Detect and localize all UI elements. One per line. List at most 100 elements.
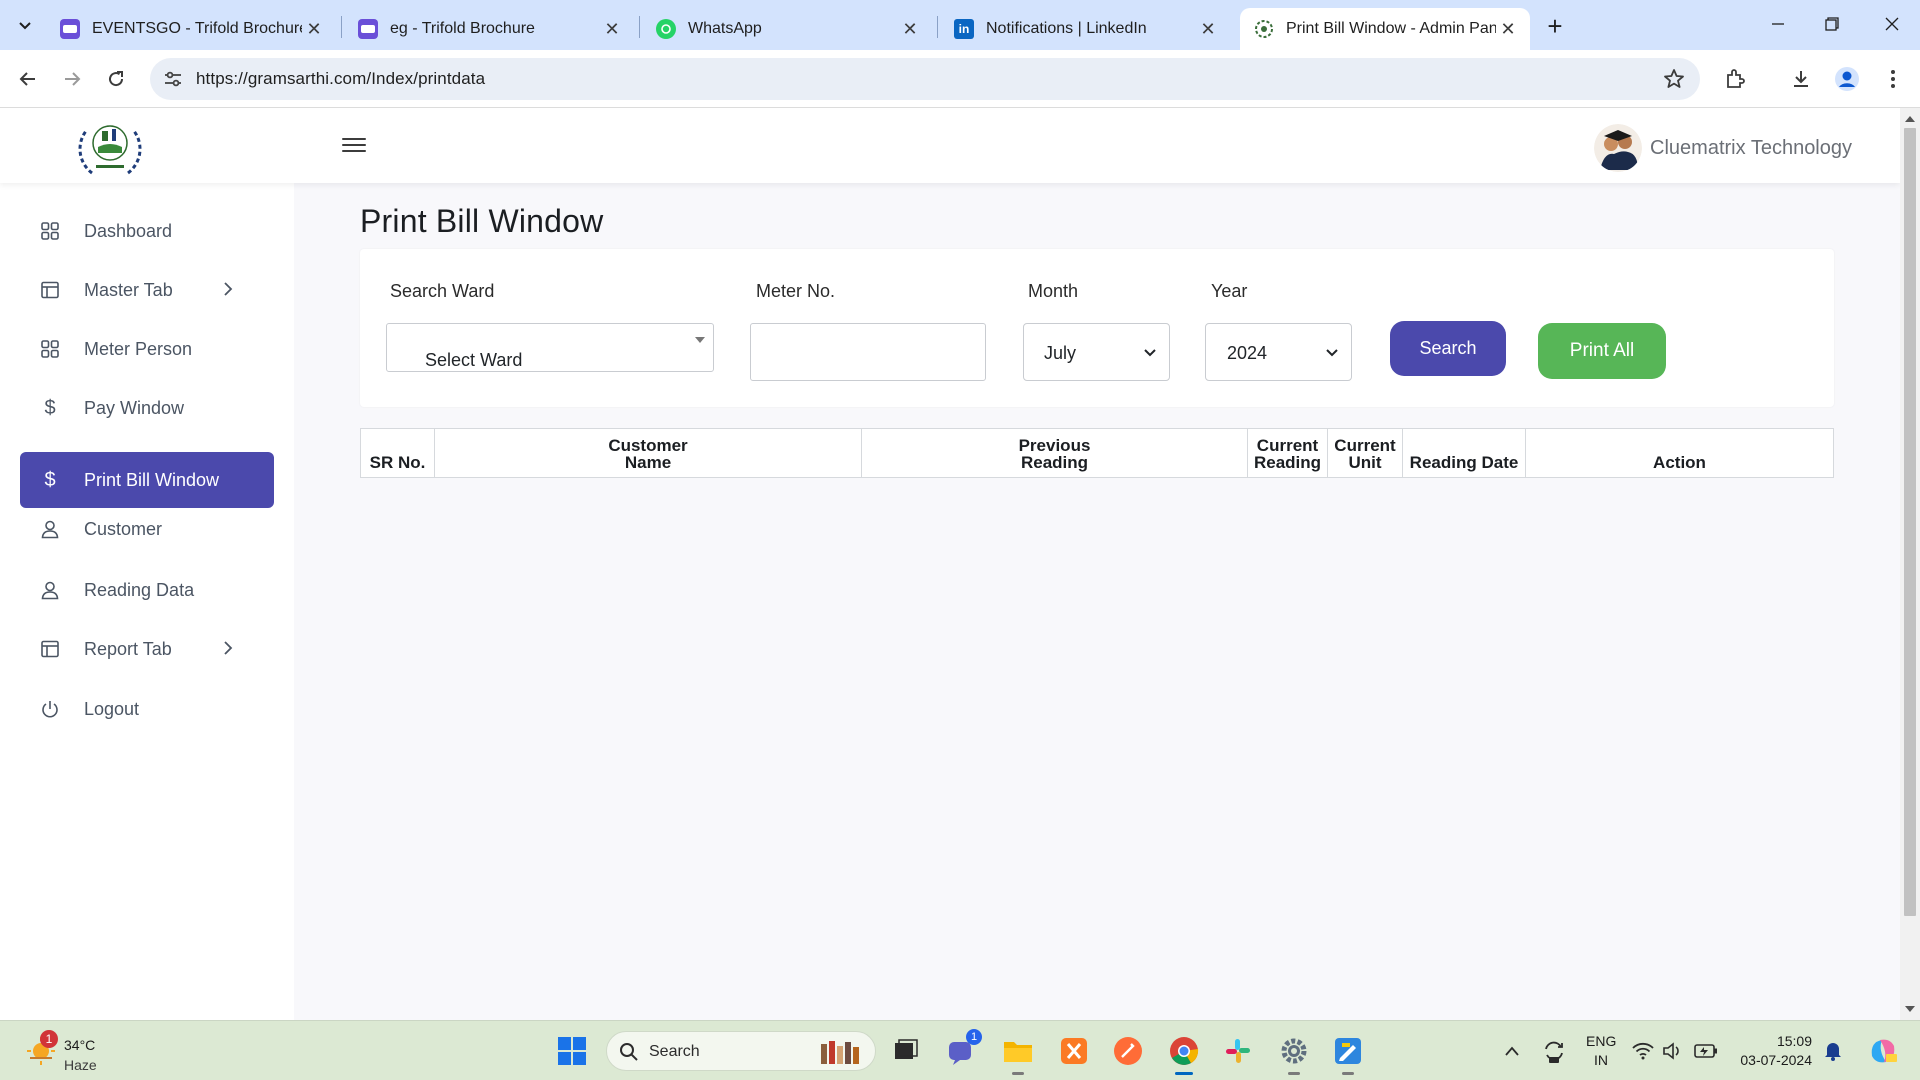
scroll-down-arrow-icon[interactable] <box>1905 1006 1915 1014</box>
reload-icon[interactable] <box>100 63 132 95</box>
column-header-label: Reading Date <box>1409 453 1519 472</box>
user-icon <box>38 517 62 541</box>
download-icon[interactable] <box>1788 66 1814 92</box>
chrome-icon[interactable] <box>1166 1033 1202 1075</box>
extensions-icon[interactable] <box>1722 66 1748 92</box>
language-indicator-top[interactable]: ENG <box>1586 1033 1616 1049</box>
column-header: Current Unit <box>1328 429 1403 477</box>
profile-name: Cluematrix Technology <box>1650 136 1852 159</box>
weather-widget[interactable]: 1 34°C Haze <box>22 1030 162 1074</box>
close-tab-icon[interactable]: ✕ <box>1196 17 1220 41</box>
taskbar-search-box[interactable]: Search <box>606 1031 876 1071</box>
profile-icon[interactable] <box>1834 66 1860 92</box>
sidebar-item-report-tab[interactable]: Report Tab <box>20 621 274 677</box>
power-icon <box>38 697 62 721</box>
print-all-button[interactable]: Print All <box>1538 323 1666 379</box>
copilot-icon[interactable] <box>1866 1033 1900 1069</box>
tab-title: Notifications | LinkedIn <box>986 20 1147 37</box>
browser-tab-eventsgo[interactable]: EVENTSGO - Trifold Brochure ✕ <box>46 8 336 50</box>
sidebar-item-dashboard[interactable]: Dashboard <box>20 203 274 259</box>
chevron-up-icon[interactable] <box>1494 1033 1530 1069</box>
close-tab-icon[interactable]: ✕ <box>1496 17 1520 41</box>
top-navbar: Cluematrix Technology <box>0 108 1900 183</box>
layout-icon <box>38 278 62 302</box>
battery-icon[interactable] <box>1692 1033 1720 1069</box>
close-tab-icon[interactable]: ✕ <box>600 17 624 41</box>
meter-number-input[interactable] <box>750 323 986 381</box>
url-text: https://gramsarthi.com/Index/printdata <box>196 69 486 88</box>
sidebar-item-label: Report Tab <box>84 638 172 659</box>
close-tab-icon[interactable]: ✕ <box>302 17 326 41</box>
column-header-label: Reading <box>1253 453 1322 472</box>
sidebar-item-label: Pay Window <box>84 397 185 418</box>
year-label: Year <box>1211 281 1248 301</box>
admin-page: Cluematrix Technology Dashboard Master T… <box>0 108 1900 1020</box>
slack-icon[interactable] <box>1220 1033 1256 1069</box>
clock-date[interactable]: 03-07-2024 <box>1732 1052 1812 1068</box>
column-header: Customer Name <box>435 429 862 477</box>
scrollbar-thumb[interactable] <box>1904 128 1916 916</box>
sidebar-item-label: Logout <box>84 698 140 719</box>
settings-gear-icon[interactable] <box>1276 1033 1312 1075</box>
sync-icon[interactable] <box>1536 1033 1572 1069</box>
back-arrow-icon[interactable] <box>12 63 44 95</box>
gramsarthi-emblem-logo[interactable] <box>72 113 148 181</box>
hamburger-menu-icon[interactable] <box>340 134 368 158</box>
file-explorer-icon[interactable] <box>1000 1033 1036 1075</box>
sidebar-item-meter-person[interactable]: Meter Person <box>20 321 274 377</box>
minimize-icon[interactable] <box>1752 6 1804 42</box>
more-options-icon[interactable] <box>1880 66 1906 92</box>
user-profile[interactable]: Cluematrix Technology <box>1594 124 1852 172</box>
scroll-up-arrow-icon[interactable] <box>1905 114 1915 122</box>
volume-icon[interactable] <box>1660 1033 1686 1069</box>
new-tab-icon[interactable]: + <box>1540 11 1570 41</box>
close-tab-icon[interactable]: ✕ <box>898 17 922 41</box>
postman-icon[interactable] <box>1110 1033 1146 1069</box>
sidebar-item-customer[interactable]: Customer <box>20 501 274 557</box>
notification-bell-icon[interactable] <box>1818 1033 1848 1069</box>
column-header-label: Action <box>1653 453 1706 472</box>
drawing-app-icon[interactable] <box>1330 1033 1366 1075</box>
column-header-label: Unit <box>1348 453 1382 472</box>
taskbar-search-label: Search <box>649 1043 700 1060</box>
browser-tab-eg[interactable]: eg - Trifold Brochure ✕ <box>344 8 634 50</box>
sidebar-item-master-tab[interactable]: Master Tab <box>20 262 274 318</box>
close-window-icon[interactable] <box>1866 6 1918 42</box>
forward-arrow-icon[interactable] <box>56 63 88 95</box>
page-scrollbar[interactable] <box>1900 108 1920 1020</box>
running-indicator <box>1288 1072 1300 1075</box>
chat-badge: 1 <box>966 1029 982 1045</box>
year-select[interactable]: 2024 <box>1205 323 1352 381</box>
site-settings-icon[interactable] <box>162 68 184 90</box>
bookmark-star-icon[interactable] <box>1662 67 1686 91</box>
wifi-icon[interactable] <box>1630 1033 1656 1069</box>
tab-search-button[interactable] <box>8 10 42 40</box>
sidebar-item-logout[interactable]: Logout <box>20 681 274 737</box>
restore-icon[interactable] <box>1806 6 1858 42</box>
avatar <box>1594 124 1643 172</box>
teams-chat-icon[interactable]: 1 <box>944 1029 982 1069</box>
sidebar-item-pay-window[interactable]: $ Pay Window <box>20 380 274 436</box>
month-select[interactable]: July <box>1023 323 1170 381</box>
column-header: Action <box>1526 429 1833 477</box>
sidebar-item-label: Print Bill Window <box>84 469 220 490</box>
whatsapp-icon <box>656 19 676 39</box>
clock-time[interactable]: 15:09 <box>1732 1033 1812 1049</box>
sidebar-item-reading-data[interactable]: Reading Data <box>20 562 274 618</box>
search-button[interactable]: Search <box>1390 321 1506 376</box>
dollar-icon: $ <box>44 468 56 491</box>
task-view-icon[interactable] <box>888 1033 924 1069</box>
address-bar[interactable]: https://gramsarthi.com/Index/printdata <box>150 58 1700 100</box>
tab-separator <box>639 16 640 38</box>
browser-tab-print-bill-window[interactable]: Print Bill Window - Admin Panel ✕ <box>1240 8 1530 50</box>
windows-start-icon[interactable] <box>554 1033 590 1069</box>
xampp-icon[interactable] <box>1056 1033 1092 1069</box>
page-title: Print Bill Window <box>360 203 604 239</box>
browser-tab-whatsapp[interactable]: WhatsApp ✕ <box>642 8 932 50</box>
language-indicator-bottom[interactable]: IN <box>1586 1052 1616 1068</box>
sidebar-item-label: Meter Person <box>84 338 193 359</box>
sidebar-item-print-bill-window[interactable]: $ Print Bill Window <box>20 452 274 508</box>
ward-select[interactable]: Select Ward <box>386 323 714 372</box>
temperature: 34°C <box>64 1037 96 1053</box>
browser-tab-linkedin[interactable]: in Notifications | LinkedIn ✕ <box>940 8 1230 50</box>
